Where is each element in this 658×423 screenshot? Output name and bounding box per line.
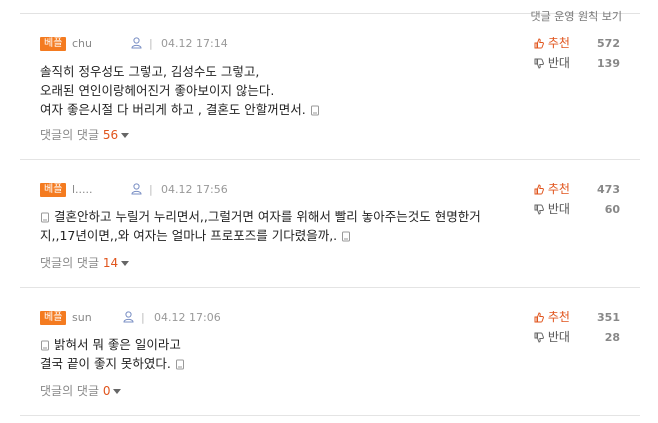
- upvote-count: 473: [597, 183, 620, 196]
- upvote-label: 추천: [547, 182, 570, 196]
- thumb-up-icon: [534, 184, 544, 195]
- upvote-button[interactable]: 추천: [534, 310, 570, 324]
- reply-count: 0: [102, 384, 111, 398]
- comment-line-with-icon: 결국 끝이 좋지 못하였다.: [40, 354, 510, 373]
- comment-time: 04.12 17:56: [161, 183, 228, 196]
- comment-line-with-icon: 결혼안하고 누릴거 누리면서,,그럴거면 여자를 위해서 빨리 놓아주는것도 현…: [40, 207, 510, 226]
- mobile-icon: [175, 359, 184, 370]
- upvote-label: 추천: [547, 310, 570, 324]
- thumb-up-icon: [534, 38, 544, 49]
- reply-count: 14: [102, 256, 119, 270]
- comment-body: 밝혀서 뭐 좋은 일이라고 결국 끝이 좋지 못하였다.: [40, 335, 510, 373]
- downvote-button[interactable]: 반대: [534, 56, 570, 70]
- comment-line: 솔직히 정우성도 그렇고, 김성수도 그렇고,: [40, 64, 260, 79]
- downvote-button[interactable]: 반대: [534, 202, 570, 216]
- reply-toggle[interactable]: 댓글의 댓글 0: [40, 384, 122, 398]
- reply-label: 댓글의 댓글: [40, 256, 100, 270]
- user-icon: [123, 311, 134, 323]
- caret-down-icon: [121, 261, 130, 266]
- thumb-down-icon: [534, 332, 544, 343]
- comment-body: 솔직히 정우성도 그렇고, 김성수도 그렇고, 오래된 연인이랑헤어진거 좋아보…: [40, 62, 510, 119]
- thumb-down-icon: [534, 58, 544, 69]
- comment-line-with-icon: 밝혀서 뭐 좋은 일이라고: [40, 335, 510, 354]
- thumb-up-icon: [534, 312, 544, 323]
- user-icon: [131, 183, 142, 195]
- top-divider: 댓글 운영 원칙 보기: [20, 10, 640, 23]
- downvote-label: 반대: [547, 202, 570, 216]
- caret-down-icon: [121, 133, 130, 138]
- mobile-icon: [342, 231, 351, 242]
- downvote-label: 반대: [547, 56, 570, 70]
- comment-line-with-icon: 지,,17년이면,,와 여자는 얼마나 프로포즈를 기다렸을까,.: [40, 226, 510, 245]
- comment-policy-link[interactable]: 댓글 운영 원칙 보기: [531, 8, 622, 24]
- comment-line: 밝혀서 뭐 좋은 일이라고: [53, 337, 181, 352]
- downvote-count: 28: [604, 331, 620, 344]
- comment-line: 결혼안하고 누릴거 누리면서,,그럴거면 여자를 위해서 빨리 놓아주는것도 현…: [53, 209, 481, 224]
- caret-down-icon: [113, 389, 122, 394]
- reply-label: 댓글의 댓글: [40, 384, 100, 398]
- reply-toggle[interactable]: 댓글의 댓글 56: [40, 128, 130, 142]
- thumb-down-icon: [534, 204, 544, 215]
- mobile-icon: [310, 105, 319, 116]
- comment-line: 오래된 연인이랑헤어진거 좋아보이지 않는다.: [40, 83, 275, 98]
- username[interactable]: sun: [72, 311, 92, 325]
- separator: |: [149, 183, 153, 196]
- upvote-button[interactable]: 추천: [534, 182, 570, 196]
- downvote-label: 반대: [547, 330, 570, 344]
- comment-time: 04.12 17:06: [154, 311, 221, 324]
- reply-count: 56: [102, 128, 119, 142]
- best-badge: 베플: [40, 37, 67, 51]
- username[interactable]: l.....: [72, 183, 93, 197]
- user-icon: [131, 37, 142, 49]
- reply-label: 댓글의 댓글: [40, 128, 100, 142]
- comment-item: 베플 l..... | 04.12 17:56 추천 473 반대 60 결혼안…: [20, 182, 640, 288]
- reply-toggle[interactable]: 댓글의 댓글 14: [40, 256, 130, 270]
- mobile-icon: [41, 212, 49, 223]
- username-mask: [98, 311, 142, 325]
- best-badge: 베플: [40, 183, 67, 197]
- comment-body: 결혼안하고 누릴거 누리면서,,그럴거면 여자를 위해서 빨리 놓아주는것도 현…: [40, 207, 510, 245]
- downvote-button[interactable]: 반대: [534, 330, 570, 344]
- downvote-count: 60: [604, 203, 620, 216]
- comment-line: 여자 좋은시절 다 버리게 하고 , 결혼도 안할꺼면서.: [40, 102, 306, 117]
- upvote-count: 572: [597, 37, 620, 50]
- comment-time: 04.12 17:14: [161, 37, 228, 50]
- downvote-count: 139: [597, 57, 620, 70]
- comment-line: 지,,17년이면,,와 여자는 얼마나 프로포즈를 기다렸을까,.: [40, 228, 338, 243]
- upvote-count: 351: [597, 311, 620, 324]
- comment-line-with-icon: 여자 좋은시절 다 버리게 하고 , 결혼도 안할꺼면서.: [40, 100, 510, 119]
- comment-line: 결국 끝이 좋지 못하였다.: [40, 356, 171, 371]
- upvote-button[interactable]: 추천: [534, 36, 570, 50]
- comment-item: 베플 sun | 04.12 17:06 추천 351 반대 28 밝혀서 뭐 …: [20, 310, 640, 416]
- best-badge: 베플: [40, 311, 67, 325]
- upvote-label: 추천: [547, 36, 570, 50]
- separator: |: [141, 311, 145, 324]
- comment-item: 베플 chun | 04.12 17:14 추천 572 반대 139 솔직히 …: [20, 36, 640, 160]
- separator: |: [149, 37, 153, 50]
- mobile-icon: [41, 340, 49, 351]
